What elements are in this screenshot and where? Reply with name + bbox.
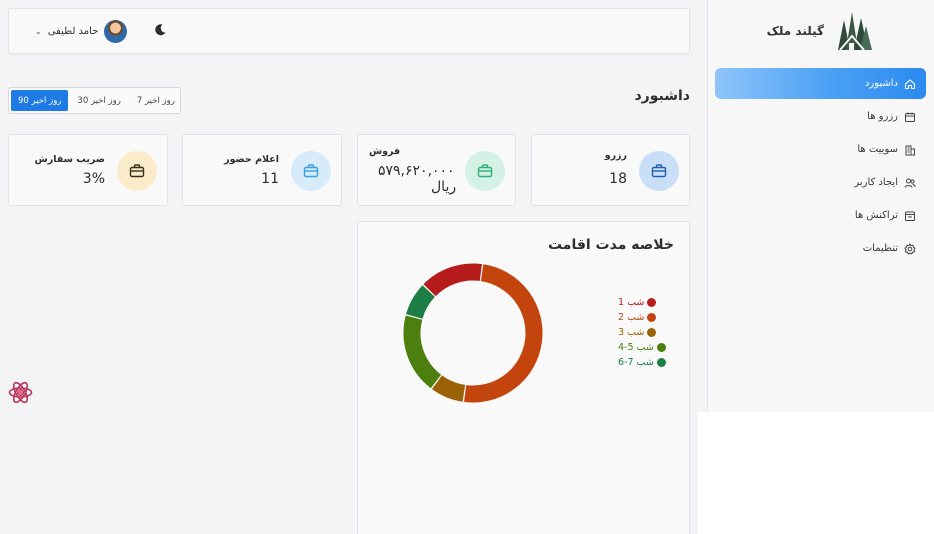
forest-house-logo-icon <box>838 12 872 51</box>
stat-label: ضریب سفارش <box>34 154 105 165</box>
home-icon <box>904 78 916 90</box>
filter-90-days[interactable]: 90 روز اخیر <box>11 90 69 111</box>
briefcase-icon <box>117 151 157 191</box>
legend-label: 1 شب <box>618 297 645 308</box>
sidebar-item-transactions[interactable]: تراکنش ها <box>715 200 926 231</box>
stat-card-check-in: اعلام حضور 11 <box>182 134 342 206</box>
legend-label: 3 شب <box>618 327 645 338</box>
sidebar-item-label: تنظیمات <box>862 243 898 254</box>
user-name: حامد لطیفی <box>47 26 99 37</box>
sidebar-item-label: تراکنش ها <box>854 210 898 221</box>
stat-card-reservations: رزرو 18 <box>531 134 690 206</box>
legend-dot <box>656 343 666 352</box>
donut-slice[interactable] <box>403 315 442 389</box>
donut-slice[interactable] <box>406 285 436 320</box>
legend-item[interactable]: 4-5 شب <box>618 340 666 355</box>
sidebar-item-settings[interactable]: تنظیمات <box>715 233 926 264</box>
briefcase-icon <box>465 151 505 191</box>
chevron-down-icon: ⌄ <box>35 27 42 36</box>
users-icon <box>904 177 916 189</box>
top-header: ⌄ حامد لطیفی <box>8 8 690 54</box>
stat-unit: ریال <box>431 179 457 195</box>
stat-value: ۵۷۹,۶۲۰,۰۰۰ <box>378 163 455 179</box>
brand-name: گیلند ملک <box>766 24 824 38</box>
sidebar-item-label: سوییت ها <box>857 144 898 155</box>
sidebar-item-suites[interactable]: سوییت ها <box>715 134 926 165</box>
avatar <box>104 20 128 43</box>
legend-item[interactable]: 3 شب <box>618 325 666 340</box>
chart-legend: 1 شب 2 شب 3 شب 4-5 شب 6-7 شب <box>618 295 666 370</box>
page-title: داشبورد <box>634 88 691 104</box>
stat-label: اعلام حضور <box>224 154 279 165</box>
card-title: خلاصه مدت اقامت <box>547 237 674 253</box>
stat-value: 11 <box>261 171 279 187</box>
donut-slice[interactable] <box>431 375 466 402</box>
donut-slice[interactable] <box>464 264 543 403</box>
legend-label: 6-7 شب <box>618 357 654 368</box>
sidebar-item-reservations[interactable]: رزرو ها <box>715 101 926 132</box>
stat-card-sales: فروش ۵۷۹,۶۲۰,۰۰۰ ریال <box>357 134 516 206</box>
legend-item[interactable]: 2 شب <box>618 310 666 325</box>
gear-icon <box>904 242 916 255</box>
sidebar-item-label: ایجاد کاربر <box>854 177 898 188</box>
legend-item[interactable]: 6-7 شب <box>618 355 666 370</box>
sidebar-item-label: داشبورد <box>864 78 898 89</box>
donut-slice[interactable] <box>423 263 482 297</box>
calendar-icon <box>904 111 916 123</box>
stay-duration-card: خلاصه مدت اقامت 1 شب 2 شب 3 شب 4-5 شب 6-7 شب <box>357 221 690 534</box>
legend-dot <box>647 298 657 307</box>
stat-value: 18 <box>609 171 627 187</box>
sidebar: گیلند ملک داشبورد رزرو ها سوییت ها ایجاد… <box>707 0 934 412</box>
filter-30-days[interactable]: 30 روز اخیر <box>70 90 127 111</box>
react-devtools-icon[interactable] <box>7 379 34 406</box>
moon-icon[interactable] <box>153 23 167 37</box>
legend-dot <box>647 328 657 337</box>
briefcase-icon <box>639 151 679 191</box>
legend-label: 4-5 شب <box>618 342 654 353</box>
stay-duration-donut-chart <box>403 263 543 403</box>
legend-dot <box>656 358 666 367</box>
legend-item[interactable]: 1 شب <box>618 295 666 310</box>
user-menu[interactable]: ⌄ حامد لطیفی <box>35 20 128 43</box>
stat-label: رزرو <box>604 150 627 161</box>
stat-label: فروش <box>369 146 401 157</box>
sidebar-footer <box>698 412 934 534</box>
brand[interactable]: گیلند ملک <box>767 10 874 52</box>
stat-value: 3% <box>82 171 105 187</box>
date-range-filter: 90 روز اخیر 30 روز اخیر 7 روز اخیر <box>8 87 181 114</box>
stat-card-order-rate: ضریب سفارش 3% <box>8 134 168 206</box>
filter-7-days[interactable]: 7 روز اخیر <box>130 90 182 111</box>
sidebar-item-create-user[interactable]: ایجاد کاربر <box>715 167 926 198</box>
sidebar-item-label: رزرو ها <box>867 111 898 122</box>
briefcase-icon <box>291 151 331 191</box>
legend-label: 2 شب <box>618 312 645 323</box>
sidebar-nav: داشبورد رزرو ها سوییت ها ایجاد کاربر ترا… <box>715 68 926 266</box>
building-icon <box>904 144 916 156</box>
legend-dot <box>647 313 657 322</box>
sidebar-item-dashboard[interactable]: داشبورد <box>715 68 926 99</box>
receipt-icon <box>904 210 916 222</box>
